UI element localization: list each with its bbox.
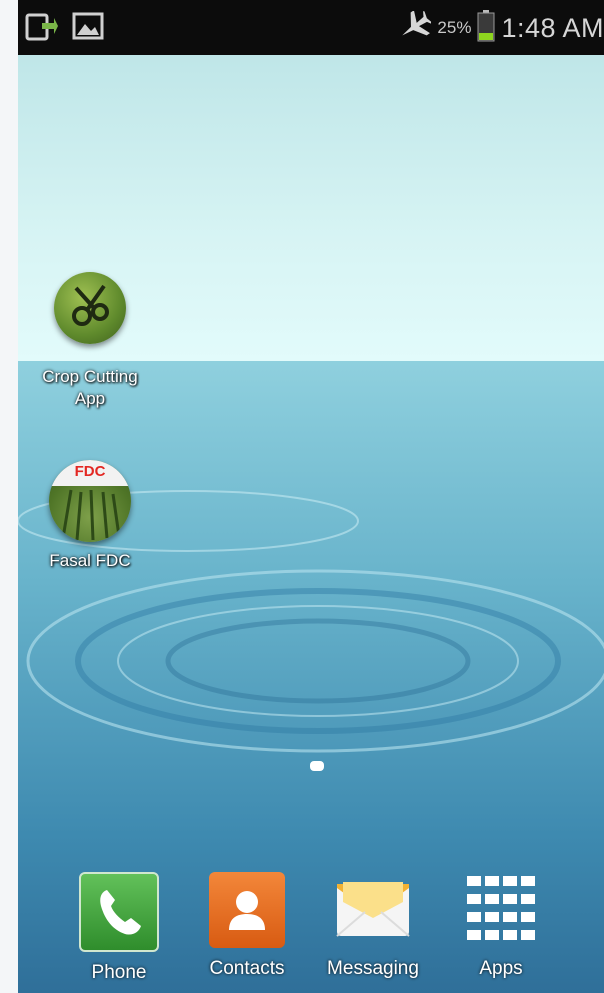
phone-icon: [79, 872, 159, 952]
image-icon: [72, 12, 104, 47]
status-bar: 25% 1:48 AM: [18, 0, 604, 55]
page-indicator[interactable]: [310, 761, 324, 771]
dock-apps[interactable]: Apps: [446, 872, 556, 980]
battery-percent: 25%: [437, 18, 472, 37]
status-bar-right: 25% 1:48 AM: [397, 9, 604, 47]
device-frame: 25% 1:48 AM Crop Cutting App FDC Fasal F…: [0, 0, 604, 993]
battery-icon: [477, 9, 495, 47]
dock-label-contacts: Contacts: [209, 958, 285, 979]
dock-contacts[interactable]: Contacts: [192, 872, 302, 980]
airplane-icon: [397, 9, 433, 46]
crop-cutting-app-icon: [54, 272, 126, 344]
dock-label-phone: Phone: [91, 962, 147, 983]
status-bar-left-icons: [24, 12, 104, 47]
shortcut-label-line1: Crop Cutting: [42, 367, 138, 386]
clock-time: 1:48 AM: [501, 12, 604, 43]
dock-label-apps: Apps: [479, 958, 523, 979]
messaging-icon: [335, 872, 411, 948]
apps-grid-icon: [463, 872, 539, 948]
dock-phone[interactable]: Phone: [64, 872, 174, 984]
dock-label-messaging: Messaging: [327, 958, 419, 979]
contacts-icon: [209, 872, 285, 948]
shortcut-crop-cutting-app[interactable]: Crop Cutting App: [24, 272, 156, 410]
fasal-fdc-icon: FDC: [49, 460, 131, 542]
shortcut-fasal-fdc[interactable]: FDC Fasal FDC: [26, 460, 154, 572]
home-screen: 25% 1:48 AM Crop Cutting App FDC Fasal F…: [18, 0, 604, 993]
screen-rotate-icon: [24, 12, 58, 47]
shortcut-label-line2: App: [74, 389, 106, 408]
shortcut-label: Fasal FDC: [49, 551, 131, 570]
shortcut-label: Crop Cutting App: [24, 366, 156, 410]
left-bezel: [0, 0, 18, 993]
dock-messaging[interactable]: Messaging: [318, 872, 428, 980]
